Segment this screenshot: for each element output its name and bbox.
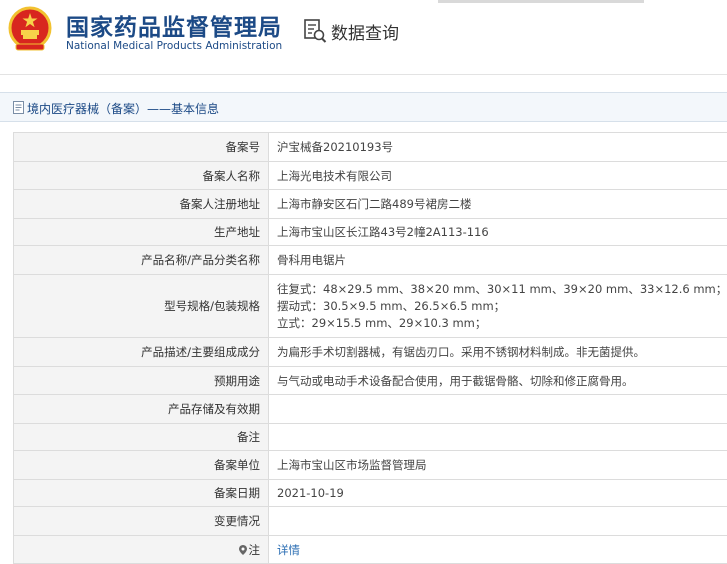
row-value — [268, 506, 727, 536]
row-value: 上海市宝山区市场监督管理局 — [268, 450, 727, 480]
table-row: 备案号 沪宝械备20210193号 — [13, 132, 727, 162]
row-label: 备案人注册地址 — [13, 189, 269, 219]
table-row: 变更情况 — [13, 506, 727, 536]
table-row: 产品名称/产品分类名称 骨科用电锯片 — [13, 245, 727, 275]
row-label: 备注 — [13, 423, 269, 451]
table-row: 备案单位 上海市宝山区市场监督管理局 — [13, 450, 727, 480]
spec-line: 摆动式：30.5×9.5 mm、26.5×6.5 mm； — [277, 298, 506, 313]
pin-icon — [238, 545, 247, 555]
row-label: 生产地址 — [13, 218, 269, 246]
table-row: 产品描述/主要组成成分 为扁形手术切割器械，有锯齿刃口。采用不锈钢材料制成。非无… — [13, 337, 727, 367]
data-query-label[interactable]: 数据查询 — [331, 19, 399, 44]
row-value: 2021-10-19 — [268, 479, 727, 507]
row-label: 注 — [248, 542, 261, 557]
table-row: 预期用途 与气动或电动手术设备配合使用，用于截锯骨骼、切除和修正腐骨用。 — [13, 366, 727, 395]
row-label: 备案号 — [13, 132, 269, 162]
info-table: 备案号 沪宝械备20210193号 备案人名称 上海光电技术有限公司 备案人注册… — [13, 132, 727, 564]
header-divider — [0, 74, 727, 75]
row-value: 与气动或电动手术设备配合使用，用于截锯骨骼、切除和修正腐骨用。 — [268, 366, 727, 395]
note-label-cell: 注 — [13, 535, 269, 564]
row-value: 上海光电技术有限公司 — [268, 161, 727, 190]
section-title: 境内医疗器械（备案）——基本信息 — [27, 102, 220, 116]
table-row: 备案日期 2021-10-19 — [13, 479, 727, 507]
table-row: 备注 — [13, 423, 727, 451]
document-icon — [13, 101, 24, 114]
section-header: 境内医疗器械（备案）——基本信息 — [0, 92, 727, 122]
spec-line: 往复式：48×29.5 mm、38×20 mm、30×11 mm、39×20 m… — [277, 281, 727, 296]
row-label: 备案日期 — [13, 479, 269, 507]
row-label: 产品名称/产品分类名称 — [13, 245, 269, 275]
table-row: 备案人注册地址 上海市静安区石门二路489号裙房二楼 — [13, 189, 727, 219]
details-link[interactable]: 详情 — [277, 543, 300, 557]
row-value: 为扁形手术切割器械，有锯齿刃口。采用不锈钢材料制成。非无菌提供。 — [268, 337, 727, 367]
site-header: 国家药品监督管理局 National Medical Products Admi… — [0, 0, 727, 74]
table-row: 注 详情 — [13, 535, 727, 564]
spec-line: 立式：29×15.5 mm、29×10.3 mm； — [277, 315, 487, 330]
table-row: 型号规格/包装规格 往复式：48×29.5 mm、38×20 mm、30×11 … — [13, 274, 727, 338]
row-label: 备案单位 — [13, 450, 269, 480]
row-value: 详情 — [268, 535, 727, 564]
national-emblem-icon[interactable] — [8, 6, 52, 52]
row-value: 骨科用电锯片 — [268, 245, 727, 275]
top-tab-bar — [438, 0, 644, 3]
row-label: 变更情况 — [13, 506, 269, 536]
table-row: 产品存储及有效期 — [13, 394, 727, 424]
table-row: 备案人名称 上海光电技术有限公司 — [13, 161, 727, 190]
row-value: 往复式：48×29.5 mm、38×20 mm、30×11 mm、39×20 m… — [268, 274, 727, 338]
row-label: 产品存储及有效期 — [13, 394, 269, 424]
table-row: 生产地址 上海市宝山区长江路43号2幢2A113-116 — [13, 218, 727, 246]
row-value — [268, 423, 727, 451]
row-label: 预期用途 — [13, 366, 269, 395]
site-title-en[interactable]: National Medical Products Administration — [66, 40, 282, 52]
row-value: 上海市静安区石门二路489号裙房二楼 — [268, 189, 727, 219]
row-label: 备案人名称 — [13, 161, 269, 190]
site-title-cn[interactable]: 国家药品监督管理局 — [66, 8, 282, 42]
row-label: 型号规格/包装规格 — [13, 274, 269, 338]
data-query-icon[interactable] — [303, 18, 327, 44]
row-value: 沪宝械备20210193号 — [268, 132, 727, 162]
row-label: 产品描述/主要组成成分 — [13, 337, 269, 367]
row-value — [268, 394, 727, 424]
row-value: 上海市宝山区长江路43号2幢2A113-116 — [268, 218, 727, 246]
